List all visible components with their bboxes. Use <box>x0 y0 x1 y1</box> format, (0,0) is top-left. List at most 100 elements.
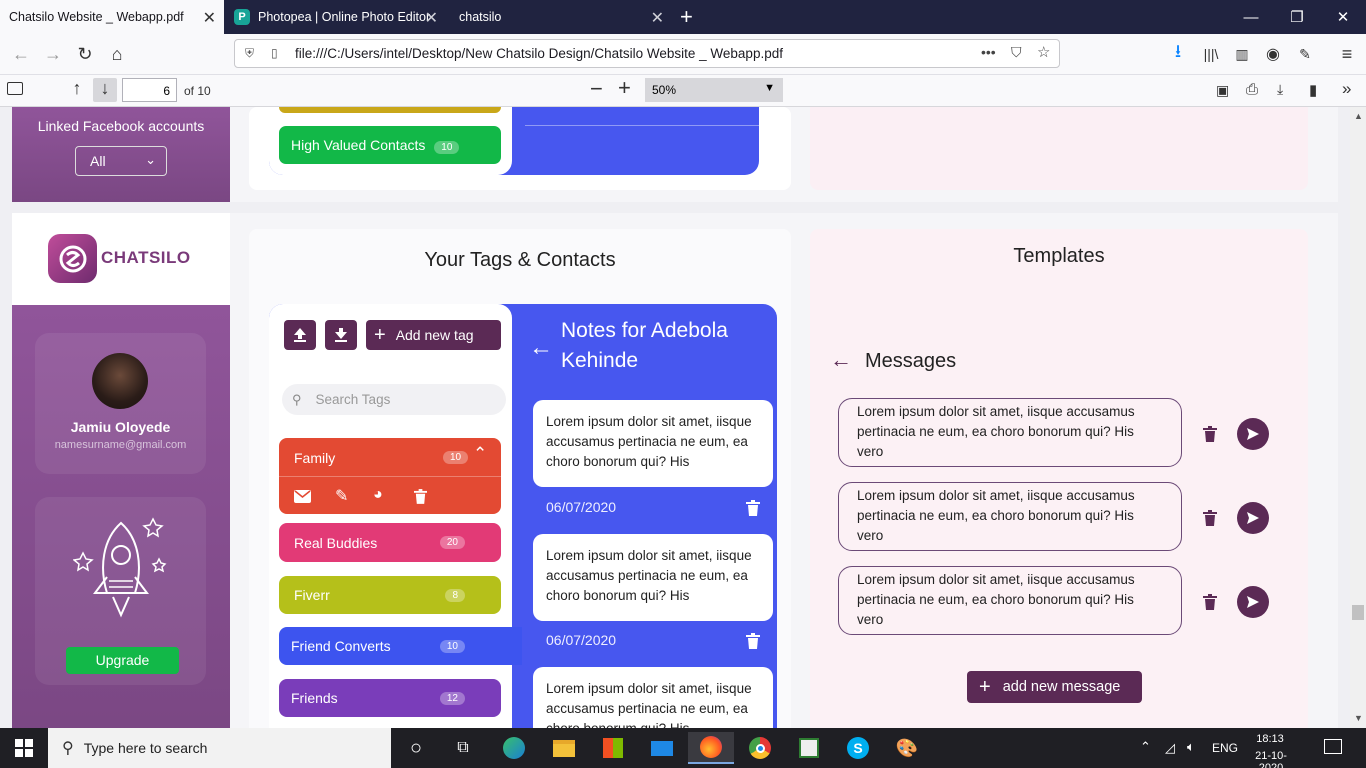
accounts-select[interactable]: All ⌄ <box>75 146 167 176</box>
chevron-up-icon[interactable]: ⌃ <box>1140 739 1151 755</box>
task-view-icon[interactable]: ⧉ <box>446 732 480 764</box>
tag-fiverr[interactable]: Fiverr 8 <box>279 576 501 614</box>
tag-friends[interactable]: Friends 12 <box>279 679 501 717</box>
avatar[interactable] <box>92 353 148 409</box>
scrollbar-thumb[interactable] <box>1352 605 1364 620</box>
home-icon[interactable]: ⌂ <box>104 41 130 67</box>
back-arrow-icon[interactable]: ← <box>529 334 553 362</box>
next-page-button[interactable]: ↓ <box>93 78 117 102</box>
pocket-icon[interactable]: ⛉ <box>1011 44 1022 61</box>
tag-real-buddies[interactable]: Real Buddies 20 <box>279 523 501 562</box>
zoom-in-button[interactable]: + <box>618 75 631 101</box>
logo-area: CHATSILO <box>12 213 230 305</box>
sidebar-toggle-icon[interactable] <box>7 82 23 95</box>
add-message-button[interactable]: + add new message <box>967 671 1142 703</box>
scrollbar[interactable]: ▲ ▼ <box>1350 107 1366 728</box>
page-number-input[interactable]: 6 <box>122 78 177 102</box>
palette-icon[interactable]: ◕ <box>373 486 383 504</box>
bookmark-icon[interactable]: ▮ <box>1309 81 1317 99</box>
trash-icon[interactable] <box>414 489 427 504</box>
forward-button[interactable]: → <box>40 41 66 67</box>
high-valued-contacts-tag[interactable]: High Valued Contacts 10 <box>279 126 501 164</box>
message-card[interactable]: Lorem ipsum dolor sit amet, iisque accus… <box>838 566 1182 635</box>
cortana-icon[interactable]: ○ <box>399 732 433 764</box>
message-card[interactable]: Lorem ipsum dolor sit amet, iisque accus… <box>838 398 1182 467</box>
chevron-up-icon[interactable]: ⌃ <box>473 444 487 464</box>
download-button[interactable] <box>325 320 357 350</box>
star-icon[interactable]: ☆ <box>1037 43 1050 61</box>
clock-date[interactable]: 21-10-2020 <box>1244 750 1298 768</box>
presentation-icon[interactable]: ▣ <box>1216 82 1229 99</box>
url-bar[interactable]: ⛨ ▯ file:///C:/Users/intel/Desktop/New C… <box>234 39 1060 68</box>
close-icon[interactable]: ✕ <box>203 8 216 28</box>
zoom-select[interactable]: 50% ▼ <box>645 78 783 102</box>
edit-icon[interactable]: ✎ <box>335 486 348 506</box>
search-tags-input[interactable]: ⚲ Search Tags <box>282 384 506 415</box>
volume-icon[interactable]: 🔈︎ <box>1187 739 1195 755</box>
windows-start-icon[interactable] <box>15 739 33 757</box>
note-card[interactable]: Lorem ipsum dolor sit amet, iisque accus… <box>533 400 773 487</box>
upgrade-button[interactable]: Upgrade <box>66 647 179 674</box>
send-icon <box>1247 428 1259 440</box>
taskbar-search[interactable]: ⚲ Type here to search <box>48 728 391 768</box>
message-card[interactable]: Lorem ipsum dolor sit amet, iisque accus… <box>838 482 1182 551</box>
mail-icon[interactable] <box>645 732 679 764</box>
note-card[interactable]: Lorem ipsum dolor sit amet, iisque accus… <box>533 534 773 621</box>
close-icon[interactable]: ✕ <box>425 8 438 28</box>
clock-time[interactable]: 18:13 <box>1248 733 1292 745</box>
chrome-icon[interactable] <box>743 732 777 764</box>
back-arrow-icon[interactable]: ← <box>830 347 852 373</box>
print-icon[interactable]: ⎙ <box>1246 81 1258 98</box>
chart-app-icon[interactable] <box>792 732 826 764</box>
library-icon[interactable]: |||\ <box>1198 41 1224 67</box>
tab-pdf[interactable]: Chatsilo Website _ Webapp.pdf ✕ <box>0 0 224 34</box>
trash-icon[interactable] <box>1203 510 1217 526</box>
window-close-button[interactable]: ✕ <box>1320 0 1366 34</box>
sidebar-icon[interactable]: ▥ <box>1229 41 1255 67</box>
divider <box>525 125 762 126</box>
back-button[interactable]: ← <box>8 41 34 67</box>
tag-friend-converts[interactable]: Friend Converts 10 <box>279 627 522 665</box>
download-icon[interactable]: ⭳ <box>1165 41 1191 67</box>
previous-page-button[interactable]: ↑ <box>66 78 88 102</box>
new-tab-button[interactable]: + <box>680 4 693 30</box>
skype-icon[interactable]: S <box>841 732 875 764</box>
save-icon[interactable]: ⤓ <box>1277 81 1283 98</box>
eyedropper-icon[interactable]: ✎ <box>1292 41 1318 67</box>
scroll-down-icon[interactable]: ▼ <box>1354 713 1363 723</box>
network-icon[interactable]: ◿ <box>1165 740 1175 756</box>
send-button[interactable] <box>1237 502 1269 534</box>
upload-button[interactable] <box>284 320 316 350</box>
note-card[interactable]: Lorem ipsum dolor sit amet, iisque accus… <box>533 667 773 728</box>
plus-icon: + <box>979 675 991 698</box>
shield-icon[interactable]: ⛨ <box>245 46 254 61</box>
zoom-out-button[interactable]: − <box>590 76 603 102</box>
tag-family[interactable]: Family 10 ⌃ ✎ ◕ <box>279 438 501 514</box>
more-icon[interactable]: ••• <box>981 44 996 60</box>
trash-icon[interactable] <box>746 633 760 649</box>
add-tag-button[interactable]: + Add new tag <box>366 320 501 350</box>
scroll-up-icon[interactable]: ▲ <box>1354 111 1363 121</box>
account-icon[interactable]: ◉ <box>1260 41 1286 67</box>
notification-icon[interactable] <box>1324 739 1342 754</box>
trash-icon[interactable] <box>746 500 760 516</box>
menu-icon[interactable]: ≡ <box>1334 41 1360 67</box>
send-button[interactable] <box>1237 586 1269 618</box>
minimize-button[interactable]: — <box>1228 0 1274 34</box>
mail-icon[interactable] <box>294 490 311 503</box>
tab-photopea[interactable]: P Photopea | Online Photo Editor ✕ <box>225 0 446 34</box>
tab-chatsilo[interactable]: chatsilo ✕ <box>450 0 672 34</box>
restore-button[interactable]: ❐ <box>1274 0 1320 34</box>
reload-button[interactable]: ↻ <box>72 41 98 67</box>
close-icon[interactable]: ✕ <box>651 8 664 28</box>
store-icon[interactable] <box>596 732 630 764</box>
firefox-icon[interactable] <box>688 732 734 764</box>
trash-icon[interactable] <box>1203 594 1217 610</box>
language-indicator[interactable]: ENG <box>1212 741 1238 755</box>
paint-icon[interactable]: 🎨 <box>890 732 924 764</box>
tools-icon[interactable]: » <box>1342 79 1351 99</box>
edge-icon[interactable] <box>497 732 531 764</box>
send-button[interactable] <box>1237 418 1269 450</box>
trash-icon[interactable] <box>1203 426 1217 442</box>
file-explorer-icon[interactable] <box>547 732 581 764</box>
